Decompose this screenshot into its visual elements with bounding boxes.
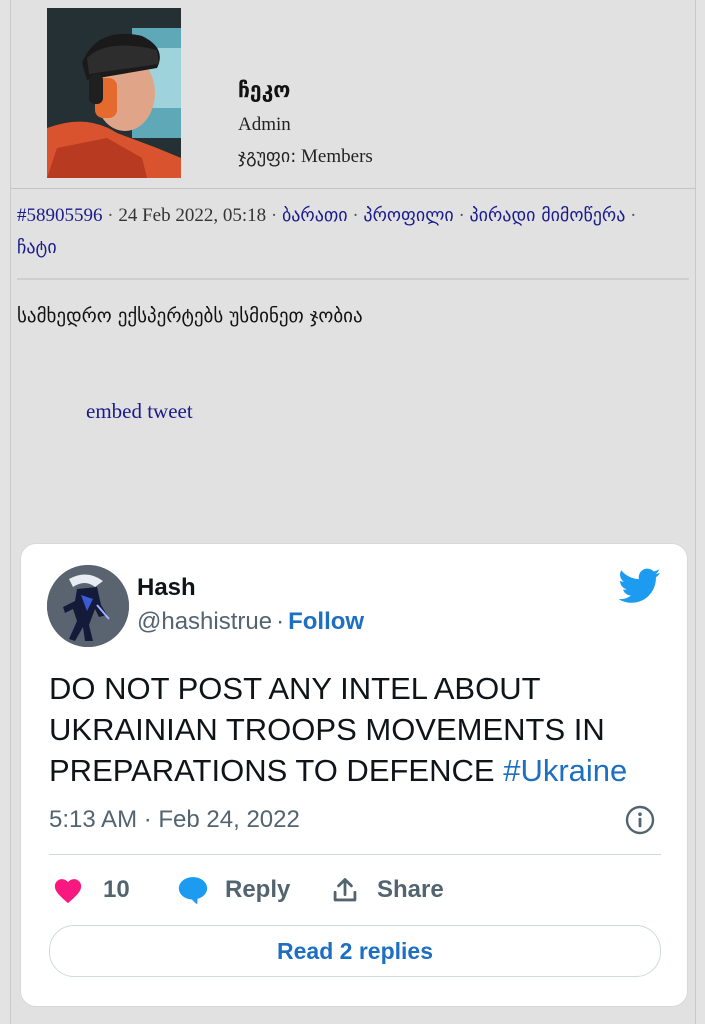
tweet-timestamp[interactable]: 5:13 AM · Feb 24, 2022 [49, 806, 300, 834]
heart-icon [54, 879, 82, 904]
forum-post: ჩეკო Admin ჯგუფი: Members #58905596 · 24… [10, 0, 696, 1024]
twitter-bird-icon[interactable] [619, 568, 661, 604]
hashtag-link[interactable]: #Ukraine [503, 753, 627, 788]
separator: · [107, 205, 114, 226]
share-label: Share [377, 876, 444, 903]
like-count: 10 [103, 876, 130, 903]
separator: · [352, 205, 359, 226]
separator: · [458, 205, 465, 226]
divider [11, 188, 695, 189]
group-value: Members [301, 146, 373, 167]
like-button[interactable]: 10 [53, 872, 130, 908]
tweet-text: DO NOT POST ANY INTEL ABOUT UKRAINIAN TR… [49, 668, 659, 791]
embed-tweet-link[interactable]: embed tweet [86, 399, 193, 424]
user-role: Admin [238, 114, 291, 135]
card-link[interactable]: ბარათი [282, 205, 348, 226]
share-upload-icon [333, 878, 357, 902]
tweet-author-handle-row: @hashistrue · Follow [137, 608, 364, 636]
user-avatar[interactable] [47, 8, 181, 178]
separator: · [270, 205, 278, 226]
post-id-link[interactable]: #58905596 [17, 205, 103, 226]
tweet-actions: 10 Reply Share [53, 872, 653, 908]
separator: · [630, 205, 637, 226]
group-label: ჯგუფი: [238, 146, 297, 167]
avatar-image [47, 8, 181, 178]
reply-button[interactable]: Reply [177, 872, 290, 908]
user-group: ჯგუფი: Members [238, 146, 373, 168]
private-message-link[interactable]: პირადი მიმოწერა [470, 205, 626, 226]
post-meta: #58905596 · 24 Feb 2022, 05:18 · ბარათი … [17, 200, 677, 264]
divider [49, 854, 661, 855]
post-date: 24 Feb 2022, 05:18 [118, 205, 267, 226]
read-replies-button[interactable]: Read 2 replies [49, 925, 661, 977]
tweet-author-name[interactable]: Hash [137, 574, 196, 602]
tweet-avatar-image [47, 565, 129, 647]
follow-button[interactable]: Follow [288, 608, 364, 635]
username[interactable]: ჩეკო [238, 78, 290, 102]
reply-bubble-icon [178, 877, 208, 904]
reply-label: Reply [225, 876, 291, 903]
divider [17, 278, 689, 280]
embedded-tweet[interactable]: Hash @hashistrue · Follow DO NOT POST ANY … [20, 543, 688, 1007]
user-info: ჩეკო Admin ჯგუფი: Members [11, 0, 695, 188]
info-icon[interactable] [625, 805, 655, 835]
tweet-author-avatar[interactable] [47, 565, 129, 647]
separator: · [276, 608, 285, 635]
tweet-author-handle[interactable]: @hashistrue [137, 608, 272, 635]
post-body: სამხედრო ექსპერტებს უსმინეთ ჯობია [17, 305, 363, 327]
profile-link[interactable]: პროფილი [363, 205, 453, 226]
chat-link[interactable]: ჩატი [17, 237, 57, 258]
share-button[interactable]: Share [331, 872, 444, 908]
